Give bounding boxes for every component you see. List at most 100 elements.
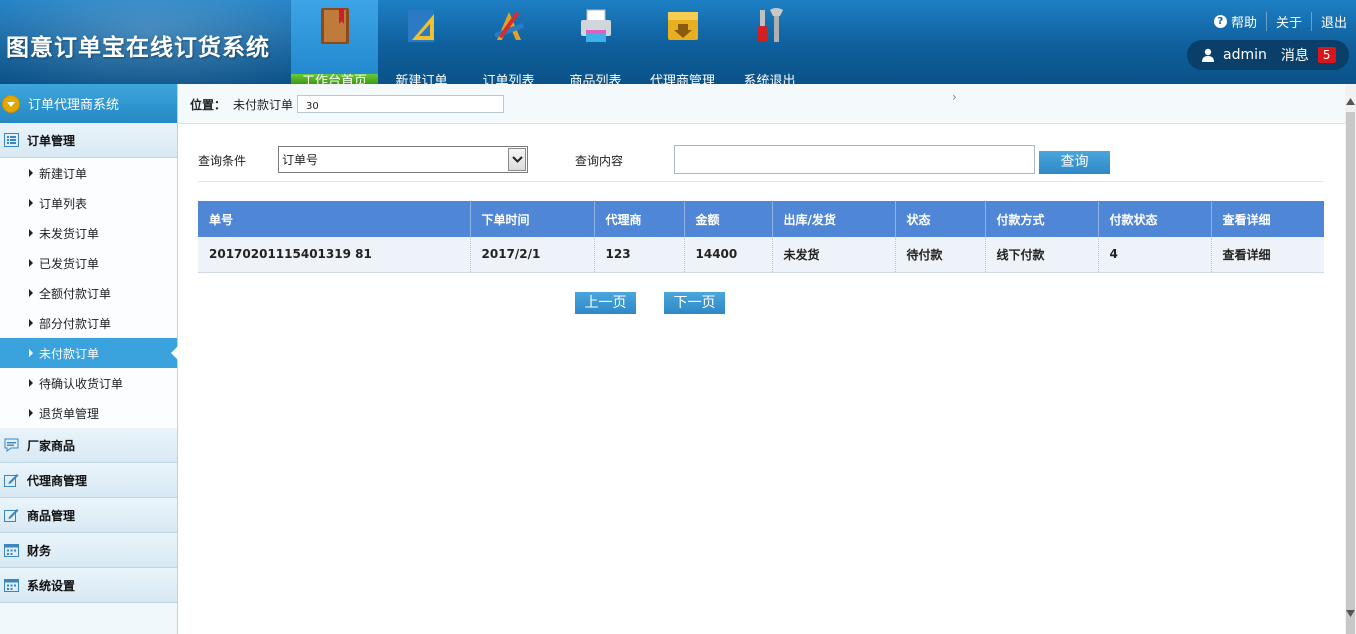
calendar-icon <box>4 544 19 557</box>
help-link[interactable]: ? 帮助 <box>1205 12 1266 31</box>
tools-icon <box>758 8 783 42</box>
printer-icon <box>581 9 611 42</box>
dropdown-arrow-icon <box>508 148 526 171</box>
sidebar-item-label: 待确认收货订单 <box>39 376 124 391</box>
username[interactable]: admin <box>1223 47 1267 63</box>
sidebar-group-product-management[interactable]: 商品管理 <box>0 498 177 533</box>
vertical-scrollbar[interactable] <box>1345 84 1356 634</box>
sidebar-group-system-settings[interactable]: 系统设置 <box>0 568 177 603</box>
column-header: 金额 <box>684 201 773 237</box>
sidebar-group-factory-products[interactable]: 厂家商品 <box>0 428 177 463</box>
order-date-cell: 2017/2/1 <box>470 237 595 273</box>
nav-item-system-exit[interactable]: 系统退出 <box>726 0 813 84</box>
sidebar-item-label: 未付款订单 <box>39 346 100 361</box>
messages-link[interactable]: 消息 <box>1281 45 1309 65</box>
agent-cell: 123 <box>594 237 685 273</box>
main-nav: 工作台首页 新建订单 订单列表 商品列表 代理商管理 系统退出 <box>291 0 813 84</box>
nav-item-order-list[interactable]: 订单列表 <box>465 0 552 84</box>
status-cell: 待付款 <box>895 237 986 273</box>
calendar-icon <box>4 579 19 592</box>
next-page-button[interactable]: 下一页 <box>664 292 725 314</box>
nav-label-new-order: 新建订单 <box>395 74 448 84</box>
sidebar-item-order-list[interactable]: 订单列表 <box>0 188 177 218</box>
nav-label-agent-management: 代理商管理 <box>649 74 715 84</box>
triangle-right-icon <box>29 379 33 387</box>
breadcrumb-input[interactable]: 30 <box>297 95 504 113</box>
sidebar-item-pending-receipt-orders[interactable]: 待确认收货订单 <box>0 368 177 398</box>
nav-item-dashboard[interactable]: 工作台首页 <box>291 0 378 84</box>
top-header: 图意订单宝在线订货系统 工作台首页 新建订单 订单列表 商品列表 代理商管理 系… <box>0 0 1356 84</box>
order-submenu: 新建订单 订单列表 未发货订单 已发货订单 全额付款订单 部分付款订单 未付款订… <box>0 158 178 428</box>
sidebar-group-label: 系统设置 <box>27 578 76 593</box>
sidebar-item-partially-paid-orders[interactable]: 部分付款订单 <box>0 308 177 338</box>
sidebar-group-label: 订单管理 <box>27 133 76 148</box>
divider <box>198 181 1324 182</box>
sidebar-item-label: 已发货订单 <box>39 256 100 271</box>
sidebar-item-new-order[interactable]: 新建订单 <box>0 158 177 188</box>
column-header: 代理商 <box>594 201 685 237</box>
book-icon <box>321 8 349 44</box>
nav-item-product-list[interactable]: 商品列表 <box>552 0 639 84</box>
condition-label: 查询条件 <box>198 154 247 168</box>
payment-status-cell: 4 <box>1098 237 1212 273</box>
view-details-link[interactable]: 查看详细 <box>1211 237 1324 273</box>
sidebar-title: 订单代理商系统 <box>28 98 120 113</box>
sidebar-item-label: 订单列表 <box>39 196 88 211</box>
sidebar-group-label: 代理商管理 <box>27 473 88 488</box>
column-header: 下单时间 <box>470 201 595 237</box>
sidebar-item-unshipped-orders[interactable]: 未发货订单 <box>0 218 177 248</box>
chevron-right-icon: › <box>952 90 957 104</box>
search-content-input[interactable] <box>674 145 1035 174</box>
sidebar-item-unpaid-orders[interactable]: 未付款订单 <box>0 338 178 368</box>
sidebar-group-agent-management[interactable]: 代理商管理 <box>0 463 177 498</box>
about-label: 关于 <box>1275 16 1302 31</box>
nav-item-new-order[interactable]: 新建订单 <box>378 0 465 84</box>
about-link[interactable]: 关于 <box>1265 12 1311 31</box>
sidebar-item-return-management[interactable]: 退货单管理 <box>0 398 177 428</box>
triangle-right-icon <box>29 349 33 357</box>
collapse-icon <box>2 94 20 113</box>
sidebar-group-order-management[interactable]: 订单管理 <box>0 123 177 158</box>
sidebar-group-label: 厂家商品 <box>27 438 76 453</box>
nav-label-dashboard: 工作台首页 <box>301 74 367 84</box>
nav-item-agent-management[interactable]: 代理商管理 <box>639 0 726 84</box>
logout-link[interactable]: 退出 <box>1310 12 1356 31</box>
amount-cell: 14400 <box>684 237 773 273</box>
scroll-down-arrow-icon[interactable] <box>1346 610 1355 617</box>
scroll-up-arrow-icon[interactable] <box>1346 98 1355 105</box>
payment-method-cell: 线下付款 <box>985 237 1099 273</box>
breadcrumb-label: 位置： <box>190 98 227 112</box>
column-header: 付款状态 <box>1098 201 1212 237</box>
column-header: 单号 <box>198 201 471 237</box>
condition-selected-value: 订单号 <box>282 153 319 167</box>
list-icon <box>4 133 19 147</box>
edit-icon <box>4 474 19 487</box>
sidebar-header[interactable]: 订单代理商系统 <box>0 84 177 123</box>
help-label: 帮助 <box>1230 16 1257 31</box>
triangle-right-icon <box>29 229 33 237</box>
nav-label-product-list: 商品列表 <box>569 74 622 84</box>
sidebar-group-finance[interactable]: 财务 <box>0 533 177 568</box>
scrollbar-thumb[interactable] <box>1346 112 1355 634</box>
nav-label-system-exit: 系统退出 <box>743 74 796 84</box>
triangle-right-icon <box>29 319 33 327</box>
orders-table: 单号 下单时间 代理商 金额 出库/发货 状态 付款方式 付款状态 查看详细 2… <box>198 201 1324 273</box>
search-button[interactable]: 查询 <box>1039 151 1110 174</box>
sidebar-item-shipped-orders[interactable]: 已发货订单 <box>0 248 177 278</box>
sidebar-group-label: 财务 <box>27 543 52 558</box>
prev-page-button[interactable]: 上一页 <box>575 292 636 314</box>
sidebar-item-label: 部分付款订单 <box>39 316 112 331</box>
shipping-cell: 未发货 <box>772 237 896 273</box>
sidebar-item-label: 未发货订单 <box>39 226 100 241</box>
sidebar-item-fully-paid-orders[interactable]: 全额付款订单 <box>0 278 177 308</box>
app-title: 图意订单宝在线订货系统 <box>6 34 270 61</box>
triangle-right-icon <box>29 259 33 267</box>
user-icon <box>1202 48 1214 62</box>
column-header: 查看详细 <box>1211 201 1324 237</box>
table-header-row: 单号 下单时间 代理商 金额 出库/发货 状态 付款方式 付款状态 查看详细 <box>198 201 1324 237</box>
messages-count-badge[interactable]: 5 <box>1317 47 1336 63</box>
condition-select[interactable]: 订单号 <box>278 146 528 173</box>
triangle-right-icon <box>29 289 33 297</box>
order-number-cell: 20170201115401319 81 <box>198 237 471 273</box>
top-links: ? 帮助 关于 退出 <box>1205 12 1356 31</box>
